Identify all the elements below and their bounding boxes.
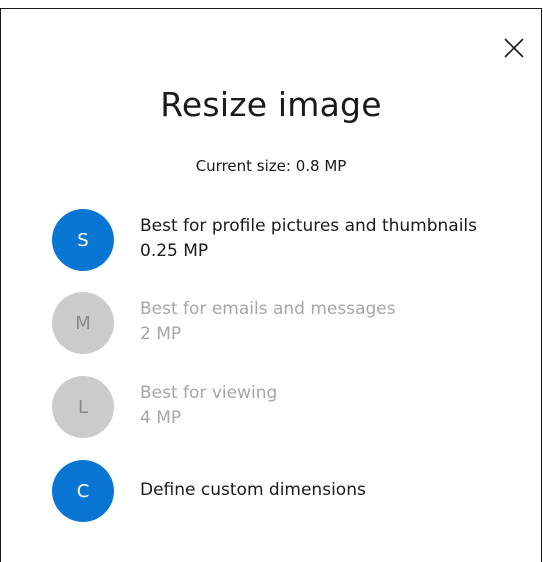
resize-image-dialog: Resize image Current size: 0.8 MP S Best… xyxy=(0,8,542,562)
size-badge-large: L xyxy=(52,376,114,438)
close-button[interactable] xyxy=(497,31,531,65)
option-small-size: 0.25 MP xyxy=(140,241,209,261)
option-small-text: Best for profile pictures and thumbnails… xyxy=(140,214,477,264)
option-custom-text: Define custom dimensions xyxy=(140,478,366,503)
option-small-label: Best for profile pictures and thumbnails xyxy=(140,216,478,236)
option-custom-label: Define custom dimensions xyxy=(140,480,366,500)
option-large-label: Best for viewing xyxy=(140,383,278,403)
option-medium[interactable]: M Best for emails and messages 2 MP xyxy=(50,292,520,358)
size-badge-custom: C xyxy=(52,460,114,522)
dialog-title: Resize image xyxy=(160,85,382,124)
size-badge-small: S xyxy=(52,209,114,271)
size-badge-medium: M xyxy=(52,292,114,354)
option-large-size: 4 MP xyxy=(140,408,182,428)
option-custom[interactable]: C Define custom dimensions xyxy=(50,460,520,526)
option-medium-size: 2 MP xyxy=(140,324,182,344)
option-large-text: Best for viewing 4 MP xyxy=(140,381,277,431)
current-size-label: Current size: 0.8 MP xyxy=(195,157,347,175)
option-large[interactable]: L Best for viewing 4 MP xyxy=(50,376,520,442)
option-medium-label: Best for emails and messages xyxy=(140,299,396,319)
option-medium-text: Best for emails and messages 2 MP xyxy=(140,297,396,347)
close-icon xyxy=(504,38,524,58)
option-small[interactable]: S Best for profile pictures and thumbnai… xyxy=(50,209,520,275)
